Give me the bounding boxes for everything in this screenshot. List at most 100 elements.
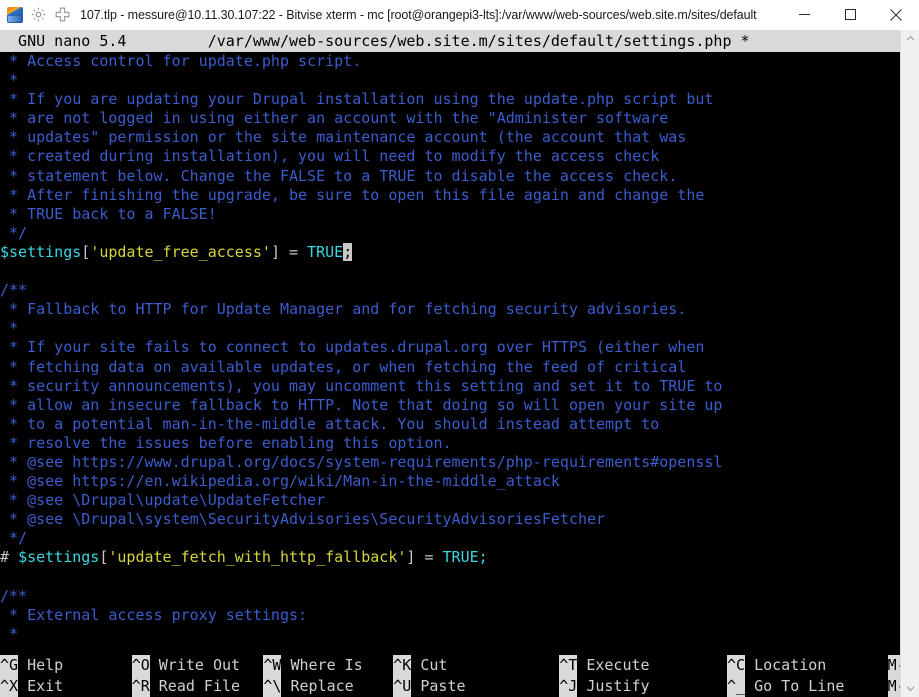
shortcut-justify[interactable]: ^J Justify: [559, 676, 650, 697]
shortcut-label: Execute: [577, 656, 650, 674]
shortcut-key: ^K: [393, 655, 412, 676]
editor-line[interactable]: * @see https://www.drupal.org/docs/syste…: [0, 453, 900, 472]
shortcut-write-out[interactable]: ^O Write Out: [131, 655, 240, 676]
xterm-window: 107.tlp - messure@10.11.30.107:22 - Bitv…: [0, 0, 919, 697]
shortcut-location[interactable]: ^C Location: [727, 655, 826, 676]
maximize-button[interactable]: [827, 0, 873, 29]
vertical-scrollbar[interactable]: [900, 30, 919, 697]
comment-text: * to a potential man-in-the-middle attac…: [0, 414, 660, 433]
boolean-literal: TRUE;: [442, 548, 488, 567]
comment-text: * After finishing the upgrade, be sure t…: [0, 185, 705, 204]
shortcut-where-is[interactable]: ^W Where Is: [263, 655, 363, 676]
plus-icon[interactable]: [54, 6, 71, 23]
terminal-content-column: GNU nano 5.4 /var/www/web-sources/web.si…: [0, 30, 900, 697]
comment-text: * allow an insecure fallback to HTTP. No…: [0, 395, 723, 414]
chevron-up-icon[interactable]: [901, 30, 919, 47]
nano-header-bar: GNU nano 5.4 /var/www/web-sources/web.si…: [0, 30, 900, 52]
shortcut-undo[interactable]: M-U Undo: [887, 655, 900, 676]
editor-line[interactable]: */: [0, 224, 900, 243]
editor-line[interactable]: * security announcements), you may uncom…: [0, 377, 900, 396]
editor-line[interactable]: * updates" permission or the site mainte…: [0, 128, 900, 147]
editor-line[interactable]: [0, 262, 900, 281]
shortcut-label: Where Is: [281, 656, 363, 674]
comment-text: */: [0, 529, 28, 548]
editor-line[interactable]: * TRUE back to a FALSE!: [0, 205, 900, 224]
shortcut-replace[interactable]: ^\ Replace: [263, 676, 354, 697]
terminal-area[interactable]: GNU nano 5.4 /var/www/web-sources/web.si…: [0, 30, 919, 697]
comment-text: * @see \Drupal\update\UpdateFetcher: [0, 491, 326, 510]
shortcut-key: ^\: [263, 676, 282, 697]
shortcut-help[interactable]: ^G Help: [0, 655, 63, 676]
editor-line[interactable]: /**: [0, 281, 900, 300]
nano-text-buffer[interactable]: * Access control for update.php script. …: [0, 52, 900, 655]
comment-text: * If your site fails to connect to updat…: [0, 338, 705, 357]
text-cursor: ;: [343, 242, 353, 261]
editor-line[interactable]: * External access proxy settings:: [0, 606, 900, 625]
php-variable: $settings: [18, 548, 100, 567]
editor-line[interactable]: * If you are updating your Drupal instal…: [0, 90, 900, 109]
editor-line[interactable]: # $settings['update_fetch_with_http_fall…: [0, 548, 900, 567]
nano-shortcut-bar: ^G Help ^O Write Out ^W Where Is ^K Cut ^T E…: [0, 655, 900, 697]
shortcut-key: ^U: [393, 676, 412, 697]
gear-icon[interactable]: [30, 6, 47, 23]
editor-line[interactable]: * to a potential man-in-the-middle attac…: [0, 415, 900, 434]
comment-text: * @see \Drupal\system\SecurityAdvisories…: [0, 510, 606, 529]
comment-text: * updates" permission or the site mainte…: [0, 128, 687, 147]
editor-line[interactable]: * are not logged in using either an acco…: [0, 109, 900, 128]
editor-line[interactable]: * fetching data on available updates, or…: [0, 358, 900, 377]
comment-text: * @see https://en.wikipedia.org/wiki/Man…: [0, 472, 560, 491]
chevron-down-icon[interactable]: [901, 680, 919, 697]
assign-operator: =: [415, 548, 443, 567]
shortcut-label: Replace: [281, 677, 354, 695]
editor-line[interactable]: [0, 568, 900, 587]
shortcut-exit[interactable]: ^X Exit: [0, 676, 63, 697]
editor-line[interactable]: * @see \Drupal\system\SecurityAdvisories…: [0, 510, 900, 529]
editor-line[interactable]: * After finishing the upgrade, be sure t…: [0, 186, 900, 205]
bitvise-app-icon[interactable]: [7, 6, 23, 23]
scrollbar-track[interactable]: [901, 47, 919, 680]
editor-line[interactable]: *: [0, 71, 900, 90]
shortcut-key: ^T: [559, 655, 578, 676]
shortcut-label: Paste: [411, 677, 466, 695]
editor-line[interactable]: * resolve the issues before enabling thi…: [0, 434, 900, 453]
comment-text: *: [0, 624, 19, 643]
array-key-string: 'update_fetch_with_http_fallback': [108, 548, 407, 567]
shortcut-row-2: ^X Exit ^R Read File ^\ Replace ^U Paste ^J …: [0, 676, 900, 697]
shortcut-key: ^G: [0, 655, 19, 676]
minimize-button[interactable]: [781, 0, 827, 29]
shortcut-go-to-line[interactable]: ^_ Go To Line: [727, 676, 844, 697]
shortcut-execute[interactable]: ^T Execute: [559, 655, 650, 676]
comment-text: * Access control for update.php script.: [0, 52, 362, 70]
editor-line[interactable]: * @see \Drupal\update\UpdateFetcher: [0, 491, 900, 510]
comment-text: *: [0, 71, 19, 90]
editor-line[interactable]: * @see https://en.wikipedia.org/wiki/Man…: [0, 472, 900, 491]
comment-text: * If you are updating your Drupal instal…: [0, 90, 714, 109]
editor-line[interactable]: * created during installation), you will…: [0, 147, 900, 166]
editor-line[interactable]: /**: [0, 587, 900, 606]
editor-line[interactable]: * statement below. Change the FALSE to a…: [0, 167, 900, 186]
editor-line[interactable]: * Fallback to HTTP for Update Manager an…: [0, 300, 900, 319]
shortcut-read-file[interactable]: ^R Read File: [131, 676, 240, 697]
shortcut-paste[interactable]: ^U Paste: [393, 676, 466, 697]
editor-line[interactable]: */: [0, 529, 900, 548]
shortcut-key: ^J: [559, 676, 578, 697]
shortcut-cut[interactable]: ^K Cut: [393, 655, 447, 676]
shortcut-key: ^X: [0, 676, 19, 697]
shortcut-redo[interactable]: M-E Redo: [887, 676, 900, 697]
php-variable: $settings: [0, 242, 82, 261]
window-title: 107.tlp - messure@10.11.30.107:22 - Bitv…: [80, 7, 757, 22]
editor-line[interactable]: *: [0, 319, 900, 338]
shortcut-label: Exit: [18, 677, 64, 695]
close-button[interactable]: [873, 0, 919, 29]
editor-line[interactable]: * If your site fails to connect to updat…: [0, 338, 900, 357]
title-bar: 107.tlp - messure@10.11.30.107:22 - Bitv…: [0, 0, 919, 30]
shortcut-key: ^_: [727, 676, 746, 697]
shortcut-label: Go To Line: [745, 677, 845, 695]
editor-line[interactable]: *: [0, 625, 900, 644]
comment-text: * security announcements), you may uncom…: [0, 376, 723, 395]
editor-line[interactable]: $settings['update_free_access'] = TRUE;: [0, 242, 900, 262]
editor-line[interactable]: * allow an insecure fallback to HTTP. No…: [0, 396, 900, 415]
editor-line[interactable]: * Access control for update.php script.: [0, 52, 900, 71]
comment-text: * @see https://www.drupal.org/docs/syste…: [0, 452, 723, 471]
